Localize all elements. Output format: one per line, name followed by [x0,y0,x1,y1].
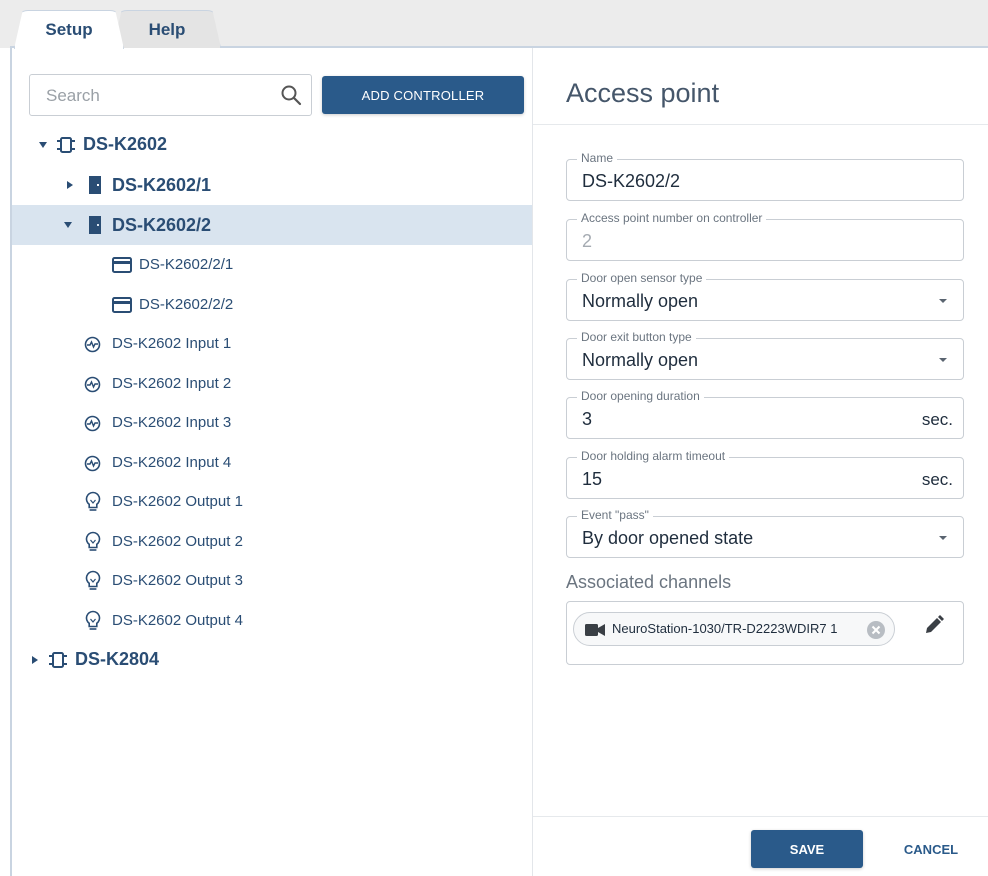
tree-item-output-3[interactable]: DS-K2602 Output 3 [12,561,532,601]
video-camera-icon [585,624,605,636]
remove-chip-icon[interactable] [866,620,886,640]
tree-item-reader-1[interactable]: DS-K2602/2/1 [12,245,532,285]
door-holding-timeout-field[interactable]: Door holding alarm timeout 15 sec. [566,449,964,499]
tree-item-label: DS-K2602 Input 2 [112,375,232,392]
door-holding-timeout-label: Door holding alarm timeout [577,449,730,463]
input-sensor-icon [84,455,101,472]
caret-right-icon[interactable] [65,180,75,190]
door-sensor-type-value: Normally open [582,291,699,311]
door-icon [89,216,101,234]
caret-down-icon[interactable] [63,220,73,230]
lightbulb-icon [85,531,101,551]
tab-setup-label: Setup [45,20,93,39]
divider [533,124,988,125]
edit-pencil-icon[interactable] [923,614,945,636]
name-field-value: DS-K2602/2 [582,171,681,191]
door-opening-duration-label: Door opening duration [577,389,704,403]
tree-item-label: DS-K2602/1 [112,175,212,195]
access-point-number-label: Access point number on controller [577,211,767,225]
exit-button-type-label: Door exit button type [577,330,696,344]
tree-item-input-2[interactable]: DS-K2602 Input 2 [12,364,532,404]
add-controller-button[interactable]: ADD CONTROLLER [322,76,524,114]
search-box [29,74,312,116]
input-sensor-icon [84,336,101,353]
tree-item-label: DS-K2804 [75,649,160,669]
associated-channels-box: NeuroStation-1030/TR-D2223WDIR7 1 [566,601,964,665]
event-pass-label: Event "pass" [577,508,653,522]
door-opening-duration-value: 3 [582,409,593,429]
event-pass-value: By door opened state [582,528,754,548]
tree-item-label: DS-K2602/2 [112,215,212,235]
controller-chip-icon [57,137,75,153]
input-sensor-icon [84,415,101,432]
unit-suffix: sec. [921,470,953,489]
door-sensor-type-label: Door open sensor type [577,271,707,285]
unit-suffix: sec. [921,410,953,429]
channel-chip-label: NeuroStation-1030/TR-D2223WDIR7 1 [612,621,838,636]
tab-help[interactable]: Help [113,10,221,48]
associated-channels-label: Associated channels [566,572,732,592]
door-holding-timeout-value: 15 [582,469,603,489]
tree-item-output-4[interactable]: DS-K2602 Output 4 [12,601,532,641]
tab-help-label: Help [148,19,186,39]
tree-item-input-1[interactable]: DS-K2602 Input 1 [12,324,532,364]
main-area: ADD CONTROLLER DS-K2602 [10,48,988,876]
access-point-panel: Access point Name DS-K2602/2 Access poin… [532,48,988,876]
tree-item-label: DS-K2602 Input 4 [112,454,232,471]
tree-item-label: DS-K2602/2/2 [139,296,234,313]
tree-item-controller-ds-k2804[interactable]: DS-K2804 [12,640,532,680]
exit-button-type-select[interactable]: Door exit button type Normally open [566,330,964,380]
lightbulb-icon [85,491,101,511]
device-tree-panel: ADD CONTROLLER DS-K2602 [12,48,532,876]
tree-item-reader-2[interactable]: DS-K2602/2/2 [12,285,532,325]
name-field-label: Name [577,151,618,165]
access-point-number-field: Access point number on controller 2 [566,211,964,261]
tree-item-output-2[interactable]: DS-K2602 Output 2 [12,522,532,562]
tree-item-label: DS-K2602 Input 3 [112,414,232,431]
tree-item-label: DS-K2602 [83,134,168,154]
name-field[interactable]: Name DS-K2602/2 [566,151,964,201]
dropdown-arrow-icon[interactable] [937,534,949,542]
tree-item-access-point-1[interactable]: DS-K2602/1 [12,165,532,205]
event-pass-select[interactable]: Event "pass" By door opened state [566,508,964,558]
channel-chip[interactable]: NeuroStation-1030/TR-D2223WDIR7 1 [573,612,895,646]
cancel-button[interactable]: CANCEL [891,830,971,868]
lightbulb-icon [85,610,101,630]
dropdown-arrow-icon[interactable] [937,297,949,305]
save-button[interactable]: SAVE [751,830,863,868]
tree-item-controller-ds-k2602[interactable]: DS-K2602 [12,125,532,165]
tree-item-access-point-2[interactable]: DS-K2602/2 [12,205,532,245]
input-sensor-icon [84,376,101,393]
search-icon[interactable] [279,83,303,107]
tab-setup[interactable]: Setup [14,10,124,49]
lightbulb-icon [85,570,101,590]
footer-divider [533,816,988,817]
tree-item-label: DS-K2602 Output 4 [112,612,243,629]
panel-title: Access point [566,78,720,108]
exit-button-type-value: Normally open [582,350,699,370]
tree-item-label: DS-K2602 Input 1 [112,335,232,352]
door-sensor-type-select[interactable]: Door open sensor type Normally open [566,271,964,321]
door-icon [89,176,101,194]
tree-item-output-1[interactable]: DS-K2602 Output 1 [12,482,532,522]
tree-item-label: DS-K2602 Output 1 [112,493,243,510]
access-point-number-value: 2 [582,231,593,251]
card-reader-icon [112,297,132,313]
search-input[interactable] [44,85,274,107]
tree-item-input-4[interactable]: DS-K2602 Input 4 [12,443,532,483]
caret-right-icon[interactable] [30,655,40,665]
tree-item-input-3[interactable]: DS-K2602 Input 3 [12,403,532,443]
tab-bar: Help Setup [0,0,988,49]
controller-chip-icon [49,652,67,668]
door-opening-duration-field[interactable]: Door opening duration 3 sec. [566,389,964,439]
card-reader-icon [112,257,132,273]
caret-down-icon[interactable] [38,140,48,150]
dropdown-arrow-icon[interactable] [937,356,949,364]
tree-item-label: DS-K2602 Output 2 [112,533,243,550]
tree-item-label: DS-K2602 Output 3 [112,572,243,589]
tree-item-label: DS-K2602/2/1 [139,256,234,273]
